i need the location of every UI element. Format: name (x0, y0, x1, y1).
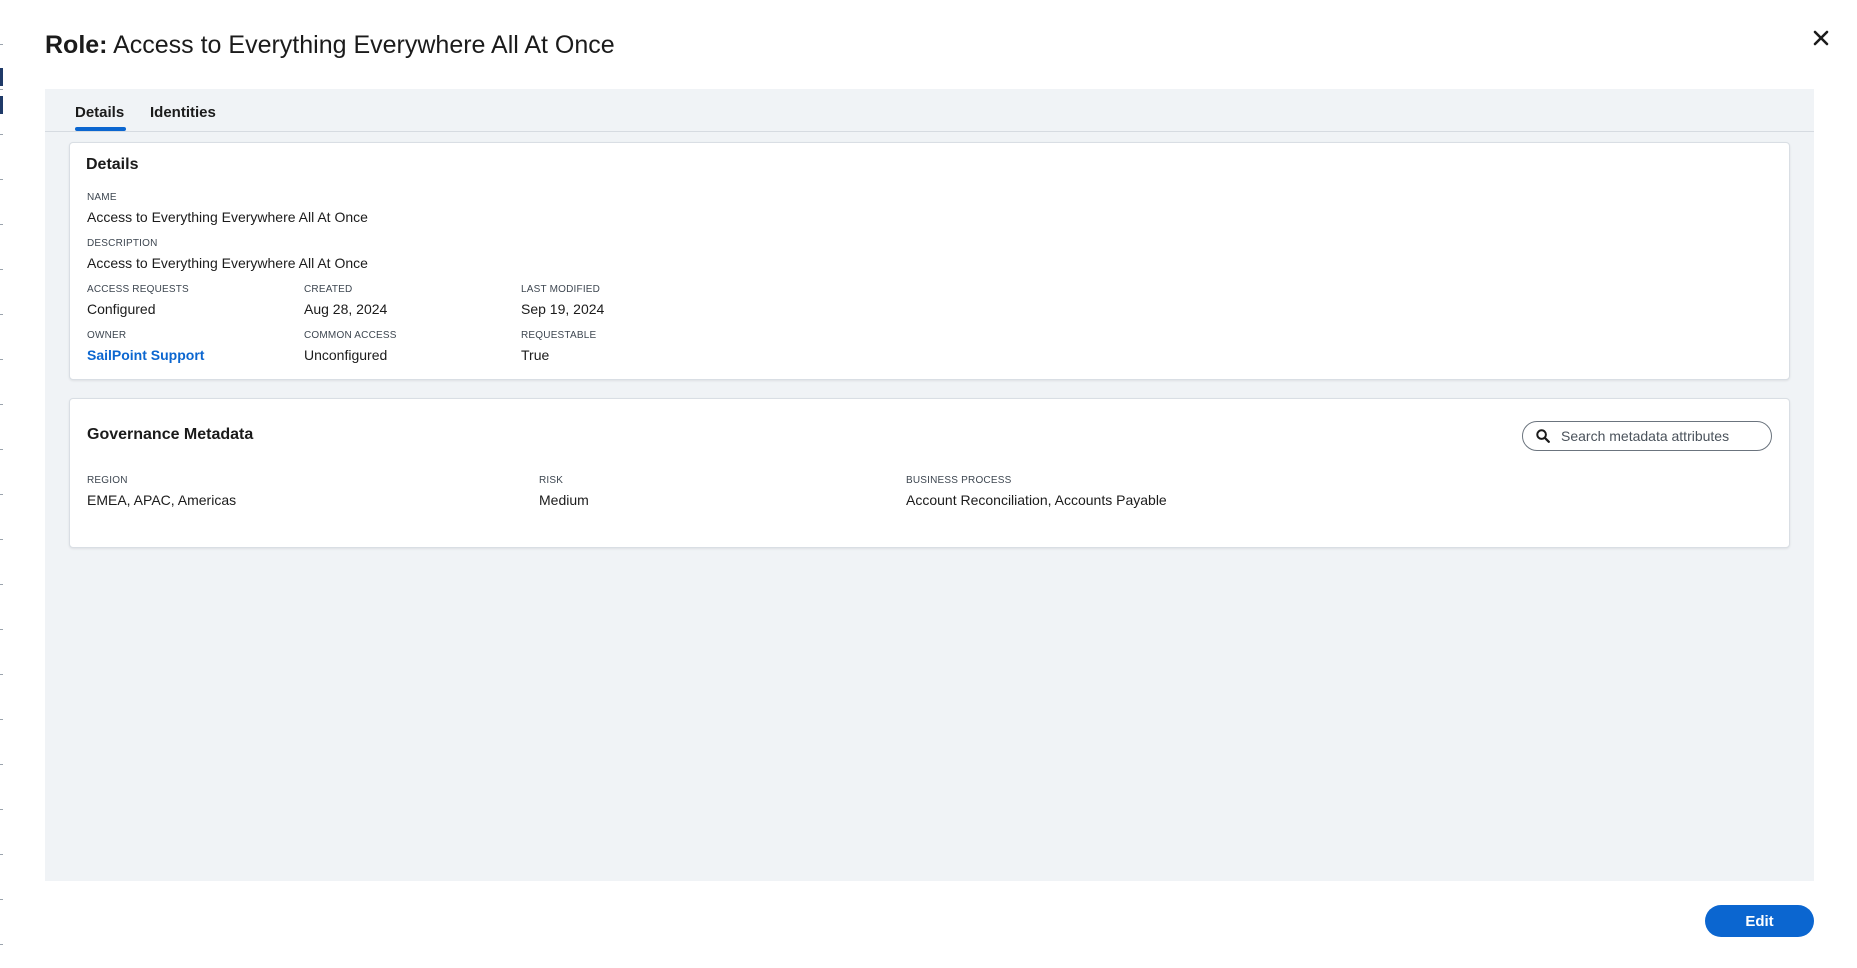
governance-metadata-title: Governance Metadata (87, 426, 254, 443)
access-requests-field: ACCESS REQUESTS Configured (87, 284, 189, 318)
risk-label: RISK (539, 475, 564, 486)
modal-title: Role: Access to Everything Everywhere Al… (45, 28, 615, 62)
modal-title-prefix: Role: (45, 31, 108, 59)
requestable-label: REQUESTABLE (521, 330, 597, 341)
business-process-label: BUSINESS PROCESS (906, 475, 1012, 486)
business-process-field: BUSINESS PROCESS Account Reconciliation,… (906, 475, 1167, 509)
common-access-label: COMMON ACCESS (304, 330, 397, 341)
role-detail-modal: Role: Access to Everything Everywhere Al… (0, 0, 1857, 968)
created-label: CREATED (304, 284, 353, 295)
name-label: NAME (87, 192, 117, 203)
background-edge-mark (0, 68, 3, 86)
details-card: Details NAME Access to Everything Everyw… (69, 142, 1790, 380)
risk-value: Medium (539, 492, 589, 508)
close-button[interactable] (1807, 24, 1835, 52)
tab-details[interactable]: Details (75, 104, 127, 131)
access-requests-value: Configured (87, 301, 156, 317)
description-value: Access to Everything Everywhere All At O… (87, 255, 368, 271)
description-label: DESCRIPTION (87, 238, 158, 249)
search-icon (1536, 429, 1550, 443)
last-modified-label: LAST MODIFIED (521, 284, 601, 295)
region-label: REGION (87, 475, 128, 486)
common-access-value: Unconfigured (304, 347, 388, 363)
details-card-title: Details (86, 156, 139, 173)
tab-bar: Details Identities (45, 89, 1814, 132)
access-requests-label: ACCESS REQUESTS (87, 284, 189, 295)
governance-metadata-card: Governance Metadata REGION EMEA, APAC, A… (69, 398, 1790, 548)
background-edge-mark (0, 96, 3, 114)
created-field: CREATED Aug 28, 2024 (304, 284, 387, 318)
modal-content-area: Details Identities Details NAME Access t… (45, 89, 1814, 881)
description-field: DESCRIPTION Access to Everything Everywh… (87, 238, 368, 272)
created-value: Aug 28, 2024 (304, 301, 388, 317)
business-process-value: Account Reconciliation, Accounts Payable (906, 492, 1167, 508)
edit-button[interactable]: Edit (1705, 905, 1814, 937)
requestable-field: REQUESTABLE True (521, 330, 596, 364)
common-access-field: COMMON ACCESS Unconfigured (304, 330, 397, 364)
background-page-edge (0, 0, 3, 968)
tab-identities[interactable]: Identities (150, 104, 216, 131)
last-modified-value: Sep 19, 2024 (521, 301, 605, 317)
risk-field: RISK Medium (539, 475, 589, 509)
owner-field: OWNER SailPoint Support (87, 330, 204, 364)
region-field: REGION EMEA, APAC, Americas (87, 475, 236, 509)
last-modified-field: LAST MODIFIED Sep 19, 2024 (521, 284, 604, 318)
owner-link[interactable]: SailPoint Support (87, 346, 204, 364)
region-value: EMEA, APAC, Americas (87, 492, 237, 508)
metadata-search-input[interactable] (1561, 422, 1761, 450)
owner-label: OWNER (87, 330, 127, 341)
metadata-search-field[interactable] (1522, 421, 1772, 451)
modal-title-text: Access to Everything Everywhere All At O… (113, 31, 615, 59)
name-field: NAME Access to Everything Everywhere All… (87, 192, 368, 226)
requestable-value: True (521, 347, 550, 363)
close-icon (1813, 30, 1829, 46)
name-value: Access to Everything Everywhere All At O… (87, 209, 368, 225)
